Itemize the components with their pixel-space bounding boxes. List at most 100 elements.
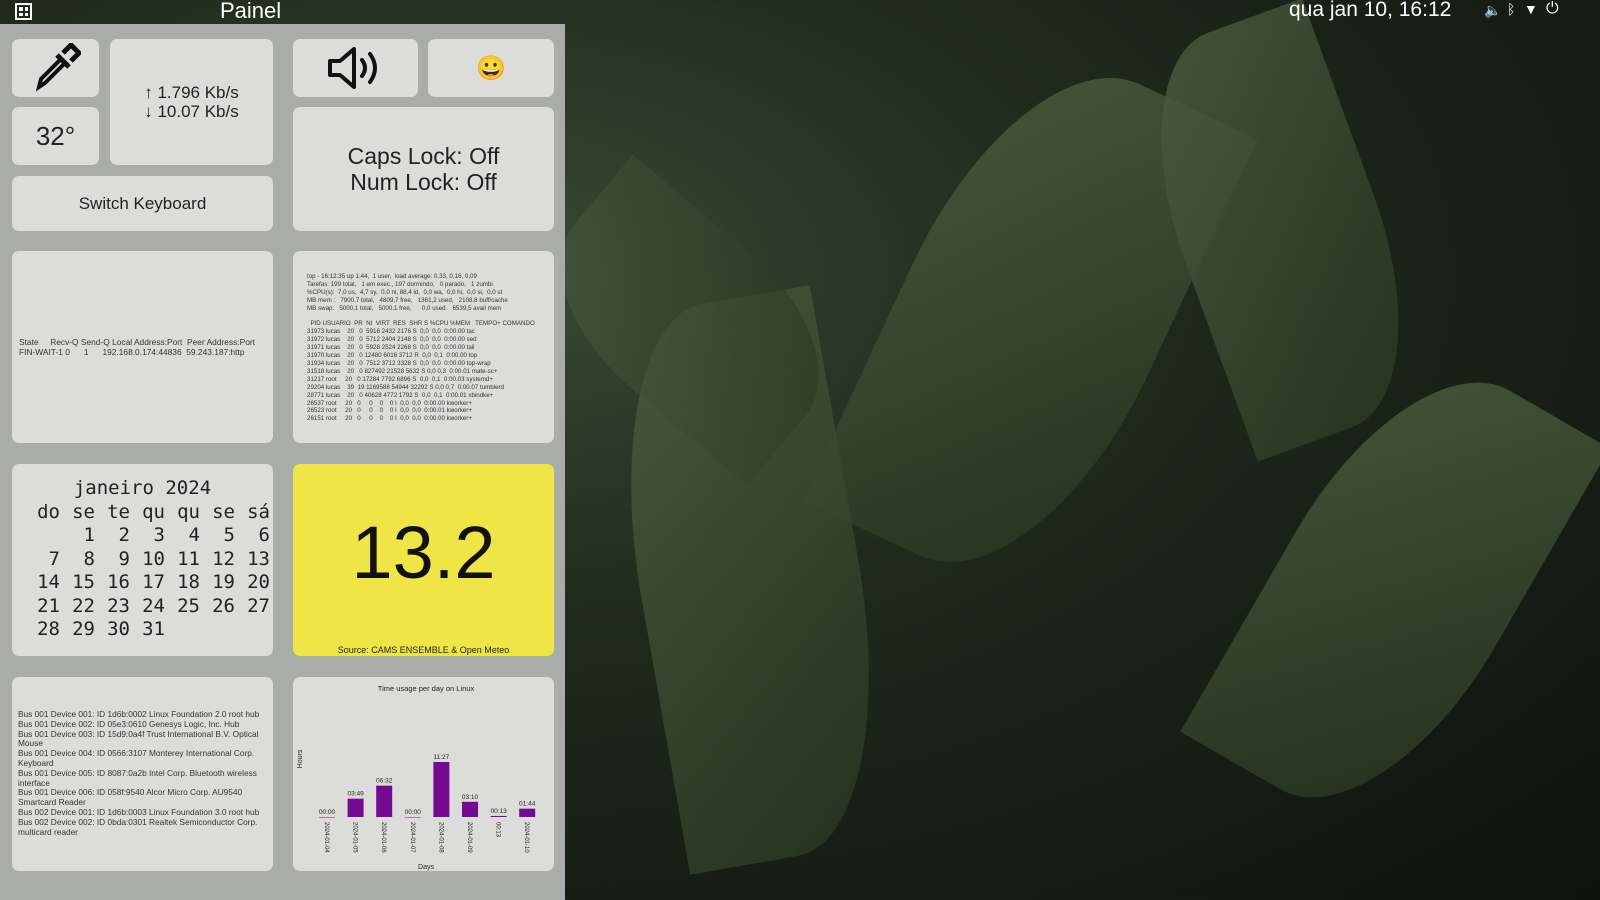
calendar-day[interactable]: 23 (95, 595, 130, 619)
calendar-day[interactable]: 8 (60, 548, 95, 572)
calendar-day[interactable]: 30 (95, 618, 130, 642)
bluetooth-icon[interactable]: ᛒ (1507, 1, 1515, 17)
y-axis-label: Hours (297, 749, 304, 768)
calendar-day[interactable]: 6 (235, 524, 270, 548)
calendar-month: janeiro 2024 (73, 477, 212, 499)
top-widget: top - 16:12:35 up 1:44, 1 user, load ave… (293, 251, 554, 443)
calendar-day[interactable]: 10 (130, 548, 165, 572)
calendar-day[interactable]: 15 (60, 571, 95, 595)
power-icon[interactable]: ⏻ (1546, 0, 1559, 18)
calendar-day[interactable]: 31 (130, 618, 165, 642)
top-line: 31518 lucas 20 0 827492 21528 5632 S 0,0… (307, 367, 498, 375)
download-speed: ↓ 10.07 Kb/s (144, 102, 239, 121)
top-line: 26523 root 20 0 0 0 0 I 0,0 0,0 0:00.01 … (307, 407, 472, 415)
air-quality-source: Source: CAMS ENSEMBLE & Open Meteo (337, 645, 510, 655)
calendar-day[interactable]: 26 (200, 595, 235, 619)
color-picker-button[interactable] (12, 39, 99, 97)
calendar-grid: do se te qu qu se sá 1 2 3 4 5 6 7 8 9 10 11 12 13 14 15 16 17 1… (12, 501, 273, 642)
calendar-day[interactable]: 24 (130, 595, 165, 619)
usage-chart: Time usage per day on Linux Hours Days 00:0… (297, 684, 536, 871)
bar-data-label: 00:13 (490, 808, 507, 815)
x-tick-label: 2024-01-05 (352, 822, 358, 853)
emoji-button[interactable]: 😀 (428, 39, 554, 97)
calendar-day[interactable]: 19 (200, 571, 235, 595)
top-line: MB mem : 7900,7 total, 4809,7 free, 1361… (307, 296, 508, 304)
bar-data-label: 01:44 (519, 801, 536, 808)
volume-icon[interactable]: 🔈 (1484, 2, 1501, 19)
eyedropper-icon (35, 43, 81, 92)
usb-device-line: Bus 001 Device 004: ID 0566:3107 Montere… (18, 748, 255, 768)
top-line: 31971 lucas 20 0 5928 2524 2268 S 0,0 0,… (307, 344, 475, 352)
calendar-day[interactable]: 28 (25, 618, 60, 642)
weekday-label: te (107, 500, 130, 523)
chart-bar (519, 808, 536, 817)
calendar-day[interactable]: 11 (165, 548, 200, 572)
calendar-day[interactable]: 27 (235, 595, 270, 619)
x-tick-label: 2024-01-10 (523, 822, 529, 853)
calendar-day[interactable]: 4 (165, 524, 200, 548)
emoji-icon: 😀 (476, 54, 506, 82)
calendar-day[interactable]: 29 (60, 618, 95, 642)
calendar-day[interactable]: 17 (130, 571, 165, 595)
calendar-day[interactable]: 7 (25, 548, 60, 572)
top-line (307, 313, 554, 321)
top-line: 26537 root 20 0 0 0 0 I 0,0 0,0 0:00.00 … (307, 399, 472, 407)
top-line: Tarefas: 199 total, 1 em exec., 197 dorm… (307, 280, 493, 288)
calendar-widget: janeiro 2024 do se te qu qu se sá 1 2 3 4 5 6 7 8 9 10 11… (12, 464, 273, 656)
usb-device-line: Bus 001 Device 003: ID 15d9:0a4f Trust I… (18, 728, 259, 749)
top-line: MB swap: 5000,1 total, 5000,1 free, 0,0 … (307, 304, 502, 312)
weekday-label: sá (247, 500, 270, 523)
chart-bar (462, 801, 478, 817)
weekday-label: qu (177, 500, 200, 523)
air-quality-value: 13.2 (351, 511, 496, 594)
calendar-blank (25, 524, 60, 548)
calendar-day[interactable]: 14 (25, 571, 60, 595)
bar-data-label: 11:27 (434, 754, 450, 761)
usb-device-line: Bus 001 Device 006: ID 058f:9540 Alcor M… (18, 787, 243, 808)
calendar-day[interactable]: 18 (165, 571, 200, 595)
x-axis-label: Days (418, 864, 434, 871)
calendar-day[interactable]: 3 (130, 524, 165, 548)
weekday-label: qu (142, 500, 165, 523)
calendar-day[interactable]: 9 (95, 548, 130, 572)
clock[interactable]: qua jan 10, 16:12 (1289, 0, 1451, 22)
bar-data-label: 03:49 (347, 791, 364, 798)
top-line: 26151 root 20 0 0 0 0 I 0,0 0,0 0:00.00 … (307, 415, 472, 423)
network-speed-widget: ↑ 1.796 Kb/s ↓ 10.07 Kb/s (110, 39, 273, 165)
calendar-day[interactable]: 1 (60, 524, 95, 548)
switch-keyboard-button[interactable]: Switch Keyboard (12, 176, 273, 231)
usb-device-line: Bus 001 Device 005: ID 8087:0a2b Intel C… (18, 767, 257, 788)
top-line: 31972 lucas 20 0 5712 2404 2148 S 0,0 0,… (307, 336, 477, 344)
top-line: 31934 lucas 20 0 7512 3712 3328 S 0,0 0,… (307, 359, 491, 367)
weekday-label: se (72, 500, 95, 523)
lsusb-widget: Bus 001 Device 001: ID 1d6b:0002 Linux F… (12, 677, 273, 871)
top-line: 31217 root 20 0 17284 7792 6896 S 0,0 0,… (307, 375, 493, 383)
temperature-value: 32° (35, 120, 76, 151)
calendar-day[interactable]: 2 (95, 524, 130, 548)
chart-bar (376, 785, 393, 817)
chart-bar (347, 798, 364, 817)
calendar-day[interactable]: 12 (200, 548, 235, 572)
top-line: 31973 lucas 20 0 5916 2432 2176 S 0,0 0,… (307, 328, 475, 336)
calendar-day[interactable]: 20 (235, 571, 270, 595)
grid-icon[interactable] (15, 3, 32, 20)
calendar-day[interactable]: 16 (95, 571, 130, 595)
side-panel: 32° ↑ 1.796 Kb/s ↓ 10.07 Kb/s Switch Key… (0, 24, 565, 900)
lock-status-widget: Caps Lock: Off Num Lock: Off (293, 107, 554, 231)
top-output: top - 16:12:35 up 1:44, 1 user, load ave… (307, 273, 554, 423)
volume-button[interactable] (293, 39, 418, 97)
top-line: PID USUARIO PR NI VIRT RES SHR S %CPU %M… (307, 320, 535, 328)
calendar-day[interactable]: 21 (25, 595, 60, 619)
x-tick-label: 2024-01-04 (323, 822, 329, 853)
x-tick-label: 2024-01-09 (466, 822, 472, 853)
calendar-day[interactable]: 22 (60, 595, 95, 619)
air-quality-widget: 13.2 Source: CAMS ENSEMBLE & Open Meteo (293, 464, 554, 656)
calendar-day[interactable]: 13 (235, 548, 270, 572)
speaker-icon (327, 47, 377, 89)
wifi-icon[interactable]: ▼ (1524, 1, 1538, 17)
calendar-day[interactable]: 5 (200, 524, 235, 548)
calendar-day[interactable]: 25 (165, 595, 200, 619)
top-line: 29204 lucas 39 19 1169588 54944 32292 S … (307, 383, 505, 391)
bar-data-label: 03:10 (462, 794, 479, 801)
usage-chart-widget: Time usage per day on Linux Hours Days 00:0… (293, 677, 554, 871)
